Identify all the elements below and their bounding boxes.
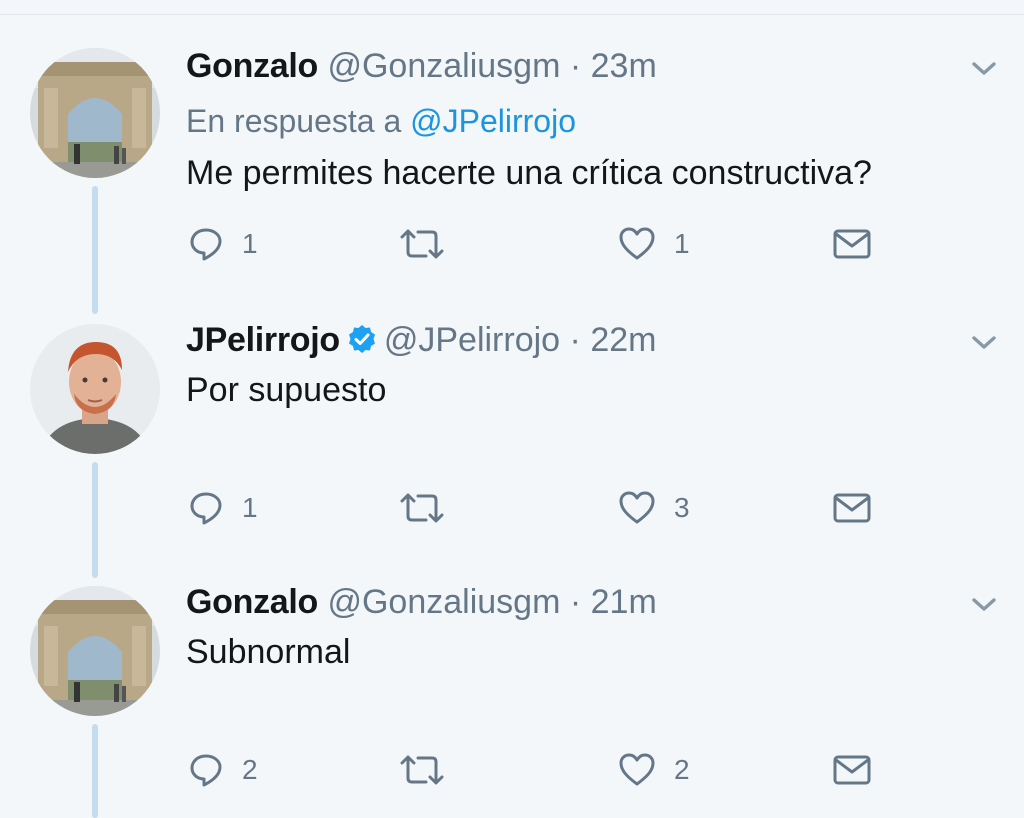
user-handle[interactable]: @JPelirrojo — [384, 321, 560, 359]
retweet-button[interactable] — [398, 490, 464, 526]
avatar-jpelirrojo[interactable] — [30, 324, 160, 454]
chevron-down-icon[interactable] — [968, 56, 1000, 80]
reply-prefix: En respuesta a — [186, 103, 402, 139]
retweet-arrows-icon — [400, 493, 444, 523]
like-count: 2 — [674, 754, 690, 785]
like-button[interactable]: 2 — [618, 752, 690, 788]
separator-dot: · — [569, 47, 582, 85]
tweet-text: Por supuesto — [186, 371, 387, 409]
retweet-button[interactable] — [398, 752, 464, 788]
heart-icon — [619, 753, 655, 786]
tweet-1[interactable]: Gonzalo @Gonzaliusgm · 23m En respuesta … — [0, 0, 1024, 290]
envelope-icon — [833, 229, 871, 259]
verified-badge-icon — [348, 325, 375, 353]
tweet-header: JPelirrojo @JPelirrojo · 22m — [186, 320, 656, 360]
like-count: 1 — [674, 228, 690, 259]
reply-count: 2 — [242, 754, 258, 785]
avatar-gonzalo[interactable] — [30, 48, 160, 178]
like-button[interactable]: 3 — [618, 490, 690, 526]
envelope-icon — [833, 755, 871, 785]
heart-icon — [619, 491, 655, 524]
reply-bubble-icon — [190, 754, 222, 787]
separator-dot: · — [569, 321, 581, 359]
arch-photo — [30, 48, 160, 178]
display-name[interactable]: Gonzalo — [186, 47, 318, 85]
timestamp[interactable]: 22m — [590, 321, 656, 359]
reply-count: 1 — [242, 492, 258, 523]
user-handle[interactable]: @Gonzaliusgm — [327, 583, 560, 621]
thread-connector — [92, 462, 98, 578]
chevron-down-icon[interactable] — [968, 330, 1000, 354]
like-count: 3 — [674, 492, 690, 523]
reply-bubble-icon — [190, 492, 222, 525]
portrait-photo — [30, 324, 160, 454]
tweet-text: Me permites hacerte una crítica construc… — [186, 154, 872, 192]
arch-photo — [30, 586, 160, 716]
reply-button[interactable]: 2 — [188, 752, 258, 788]
tweet-text: Subnormal — [186, 633, 351, 671]
reply-bubble-icon — [190, 228, 222, 261]
tweet-header: Gonzalo @Gonzaliusgm · 23m — [186, 46, 657, 86]
display-name[interactable]: Gonzalo — [186, 583, 318, 621]
tweet-header: Gonzalo @Gonzaliusgm · 21m — [186, 582, 657, 622]
separator-dot: · — [569, 583, 582, 621]
user-handle[interactable]: @Gonzaliusgm — [327, 47, 560, 85]
display-name[interactable]: JPelirrojo — [186, 321, 340, 359]
timestamp[interactable]: 23m — [591, 47, 657, 85]
reply-to-handle-link[interactable]: @JPelirrojo — [410, 103, 576, 139]
direct-message-button[interactable] — [832, 228, 872, 260]
heart-icon — [619, 227, 655, 260]
reply-button[interactable]: 1 — [188, 226, 258, 262]
retweet-button[interactable] — [398, 226, 464, 262]
like-button[interactable]: 1 — [618, 226, 690, 262]
timestamp[interactable]: 21m — [591, 583, 657, 621]
retweet-arrows-icon — [400, 229, 444, 259]
avatar-gonzalo[interactable] — [30, 586, 160, 716]
reply-button[interactable]: 1 — [188, 490, 258, 526]
envelope-icon — [833, 493, 871, 523]
direct-message-button[interactable] — [832, 492, 872, 524]
thread-connector — [92, 724, 98, 818]
reply-count: 1 — [242, 228, 258, 259]
chevron-down-icon[interactable] — [968, 592, 1000, 616]
reply-context: En respuesta a @JPelirrojo — [186, 101, 576, 141]
direct-message-button[interactable] — [832, 754, 872, 786]
retweet-arrows-icon — [400, 755, 444, 785]
